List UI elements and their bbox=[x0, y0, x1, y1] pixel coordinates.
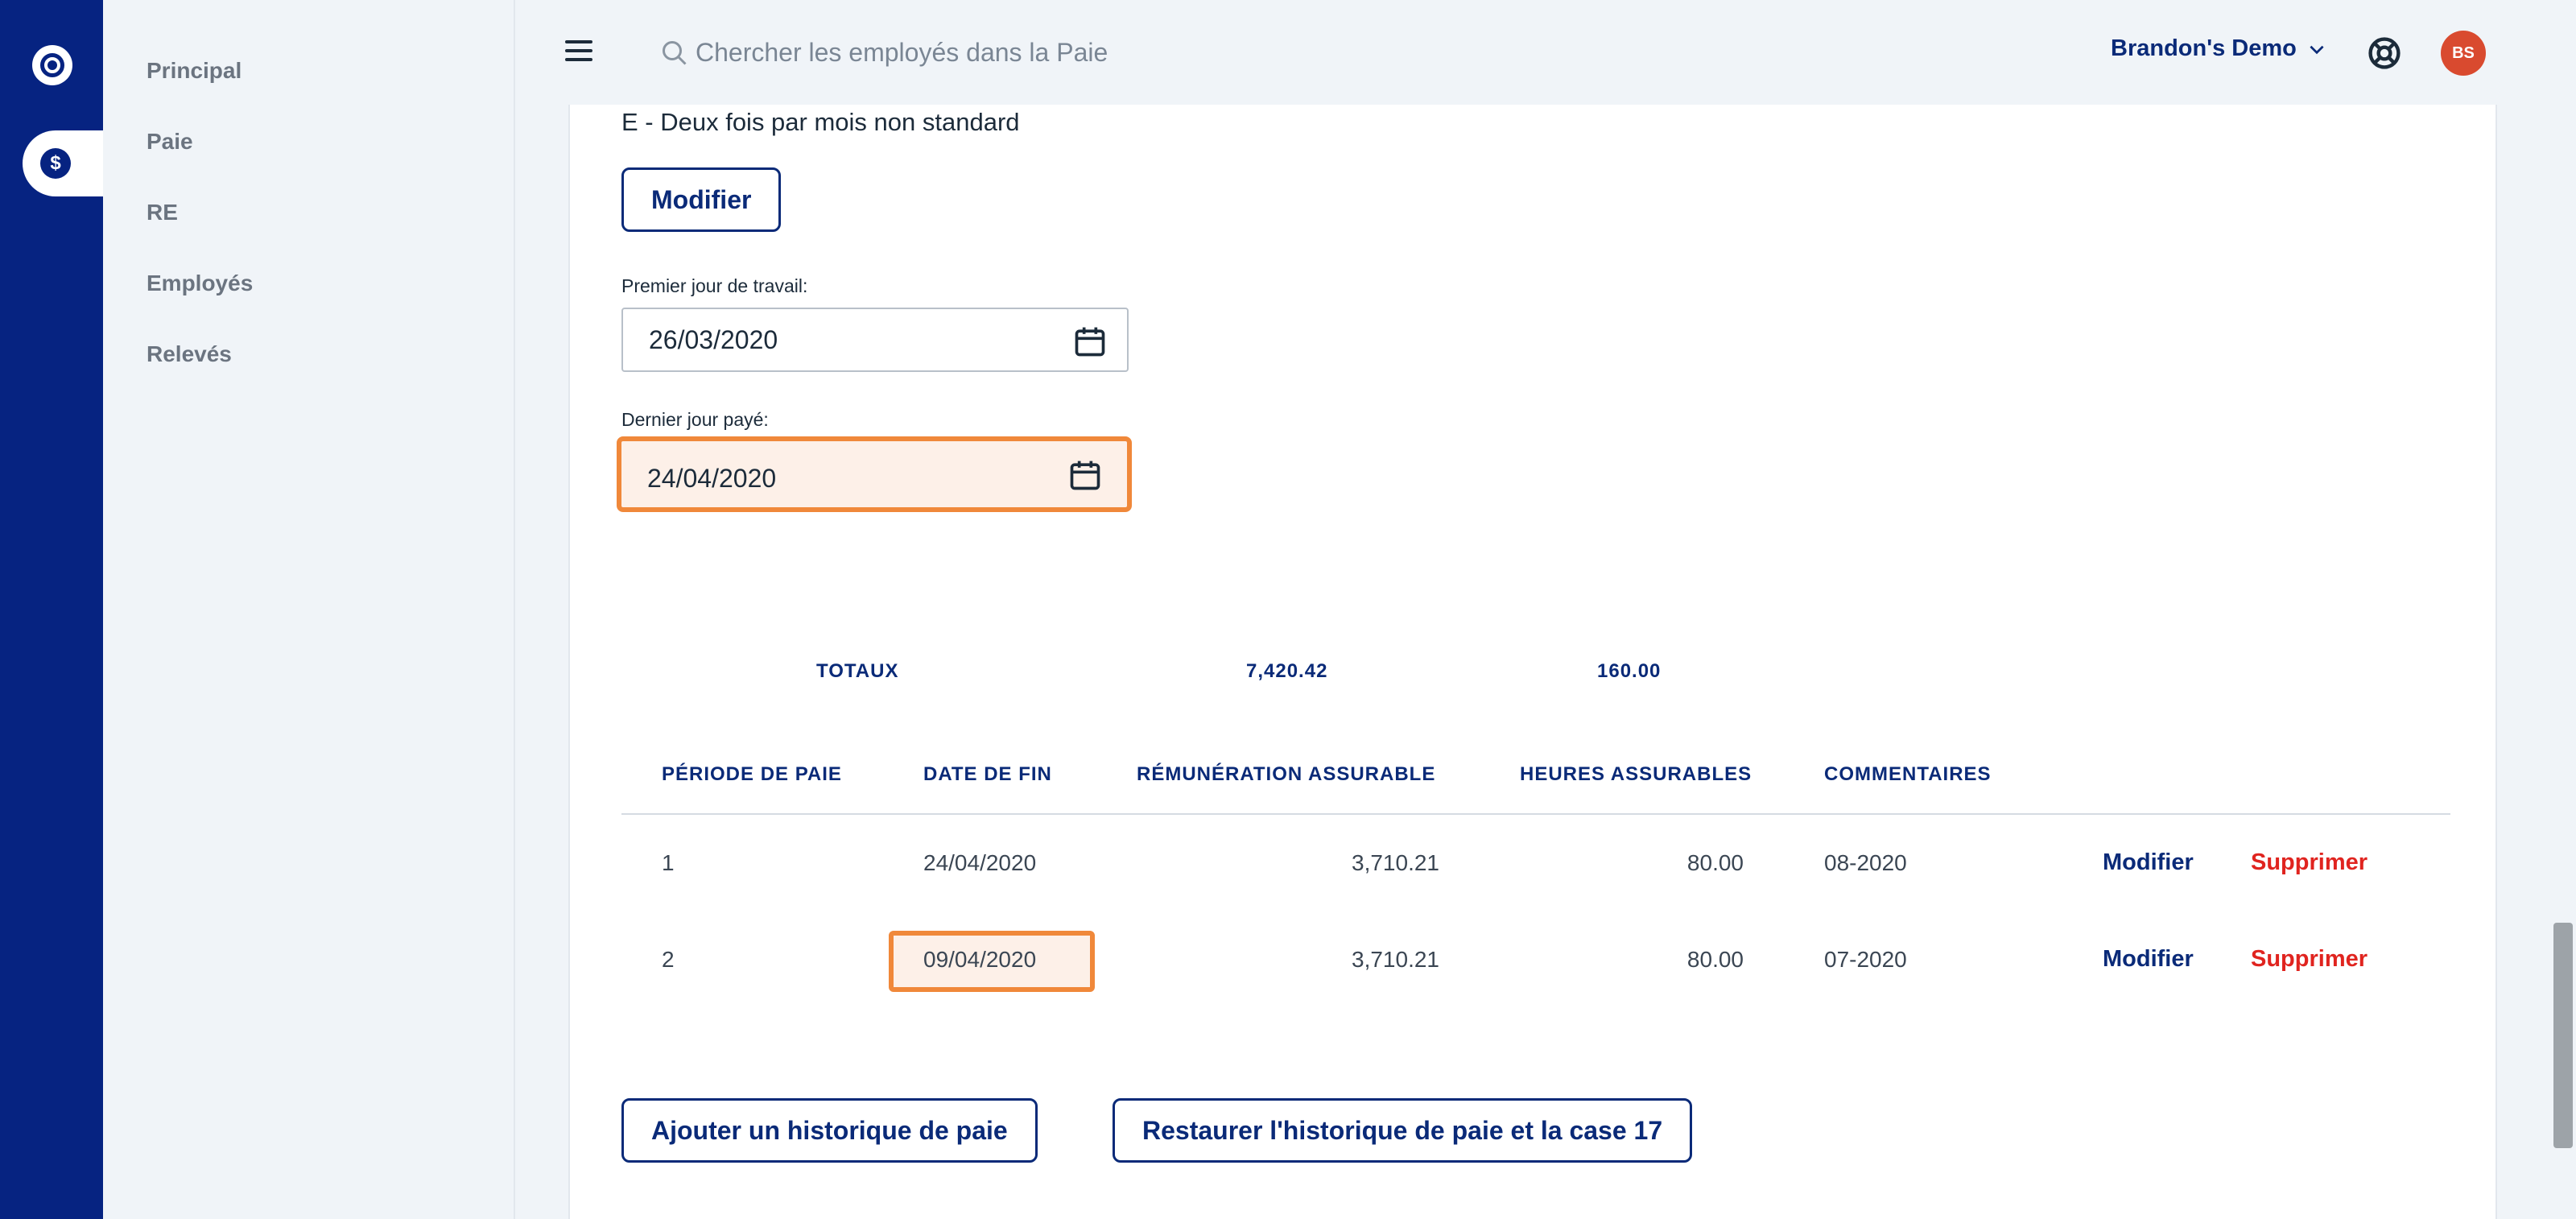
scrollbar-thumb[interactable] bbox=[2553, 923, 2573, 1148]
calendar-icon[interactable] bbox=[1072, 324, 1108, 359]
avatar[interactable]: BS bbox=[2441, 31, 2486, 76]
cell-comment: 07-2020 bbox=[1824, 947, 1907, 972]
search-icon bbox=[663, 41, 687, 65]
row-edit-link[interactable]: Modifier bbox=[2103, 849, 2194, 876]
cell-hours: 80.00 bbox=[1686, 947, 1744, 972]
cell-end-date: 24/04/2020 bbox=[923, 850, 1037, 875]
last-day-field[interactable] bbox=[617, 436, 1132, 512]
row-delete-link[interactable]: Supprimer bbox=[2251, 849, 2368, 876]
pay-frequency-text: E - Deux fois par mois non standard bbox=[621, 108, 1020, 136]
column-header-comments: COMMENTAIRES bbox=[1824, 763, 1992, 785]
sidebar-item-employes[interactable]: Employés bbox=[147, 271, 253, 296]
first-day-label: Premier jour de travail: bbox=[621, 275, 808, 296]
cell-period: 2 bbox=[662, 947, 675, 972]
row-edit-link[interactable]: Modifier bbox=[2103, 946, 2194, 973]
column-header-hours: HEURES ASSURABLES bbox=[1520, 763, 1752, 785]
sidebar-item-re[interactable]: RE bbox=[147, 200, 178, 225]
last-day-label: Dernier jour payé: bbox=[621, 409, 769, 430]
pay-history-card: E - Deux fois par mois non standard Modi… bbox=[568, 105, 2497, 1219]
column-header-period: PÉRIODE DE PAIE bbox=[662, 763, 842, 785]
cell-earnings: 3,710.21 bbox=[1352, 850, 1439, 875]
search-input[interactable] bbox=[696, 32, 1420, 72]
last-day-input[interactable] bbox=[647, 462, 1050, 494]
top-bar: Brandon's Demo BS bbox=[515, 0, 2552, 105]
dollar-icon: $ bbox=[40, 148, 71, 179]
payroll-module-tab[interactable]: $ bbox=[23, 130, 103, 196]
totals-earnings: 7,420.42 bbox=[1246, 660, 1328, 682]
cell-comment: 08-2020 bbox=[1824, 850, 1907, 875]
column-header-end-date: DATE DE FIN bbox=[923, 763, 1052, 785]
totals-hours: 160.00 bbox=[1597, 660, 1662, 682]
row-delete-link[interactable]: Supprimer bbox=[2251, 946, 2368, 973]
first-day-field[interactable] bbox=[621, 308, 1129, 372]
account-name: Brandon's Demo bbox=[2111, 35, 2297, 61]
cell-earnings: 3,710.21 bbox=[1352, 947, 1439, 972]
add-pay-history-button[interactable]: Ajouter un historique de paie bbox=[621, 1098, 1038, 1163]
restore-pay-history-button[interactable]: Restaurer l'historique de paie et la cas… bbox=[1113, 1098, 1693, 1163]
cell-end-date: 09/04/2020 bbox=[923, 947, 1037, 972]
sidebar: Principal Paie RE Employés Relevés bbox=[103, 0, 515, 1219]
cell-period: 1 bbox=[662, 850, 675, 875]
calendar-icon[interactable] bbox=[1067, 457, 1103, 493]
totals-label: TOTAUX bbox=[816, 660, 899, 682]
modify-frequency-button[interactable]: Modifier bbox=[621, 167, 782, 232]
column-header-earnings: RÉMUNÉRATION ASSURABLE bbox=[1137, 763, 1436, 785]
sidebar-item-releves[interactable]: Relevés bbox=[147, 341, 232, 367]
sidebar-item-paie[interactable]: Paie bbox=[147, 129, 193, 155]
cell-hours: 80.00 bbox=[1686, 850, 1744, 875]
app-logo-icon[interactable] bbox=[32, 45, 72, 85]
menu-icon[interactable] bbox=[565, 40, 592, 61]
account-switcher[interactable]: Brandon's Demo bbox=[2111, 35, 2327, 62]
app-rail: $ bbox=[0, 0, 103, 1219]
table-divider bbox=[621, 813, 2450, 815]
first-day-input[interactable] bbox=[649, 324, 1051, 356]
sidebar-item-principal[interactable]: Principal bbox=[147, 58, 242, 84]
help-lifebuoy-icon[interactable] bbox=[2367, 35, 2402, 71]
chevron-down-icon bbox=[2310, 45, 2324, 54]
